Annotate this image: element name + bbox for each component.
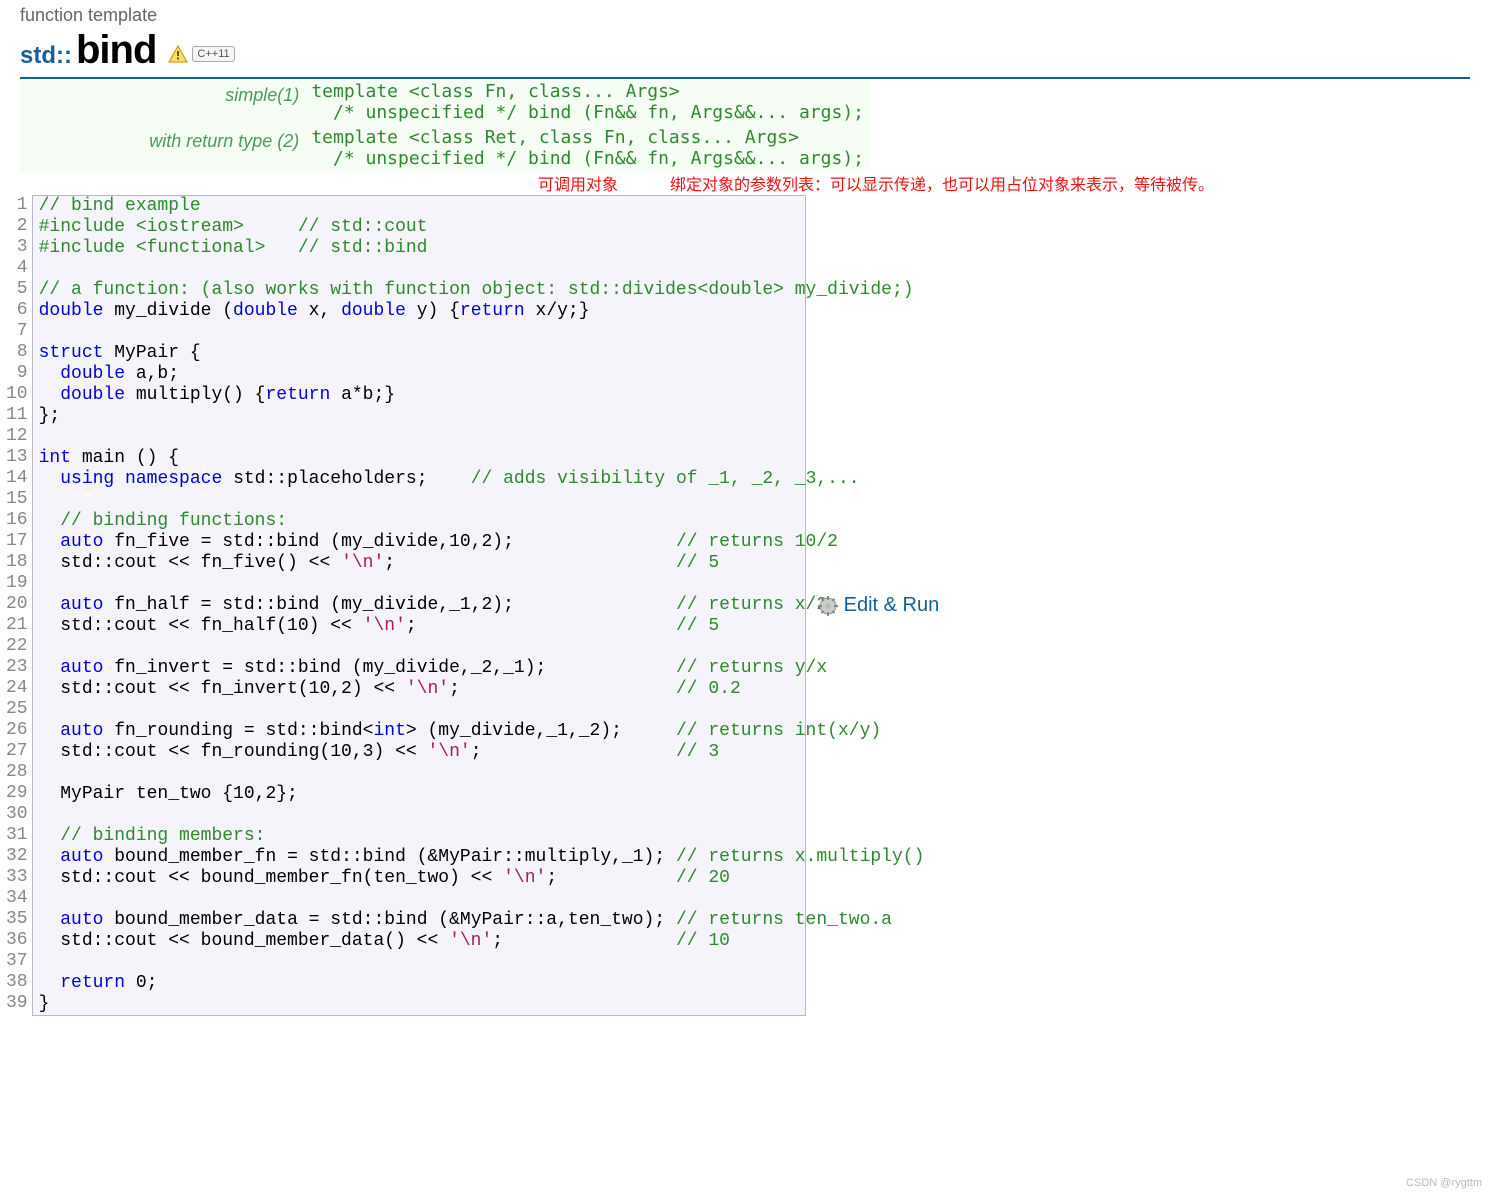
- namespace-prefix: std::: [20, 42, 72, 70]
- title-row: std:: bind C++11: [20, 28, 1490, 73]
- line-number: 31: [6, 825, 28, 846]
- signature-body-1: template <class Fn, class... Args> /* un…: [305, 79, 870, 125]
- line-number: 11: [6, 405, 28, 426]
- line-number: 7: [6, 321, 28, 342]
- line-number: 3: [6, 237, 28, 258]
- line-number: 4: [6, 258, 28, 279]
- line-number: 25: [6, 699, 28, 720]
- watermark: CSDN @rygttm: [1406, 1177, 1482, 1189]
- line-number: 17: [6, 531, 28, 552]
- line-number: 19: [6, 573, 28, 594]
- warning-icon: [168, 45, 188, 63]
- line-number: 33: [6, 867, 28, 888]
- line-number: 14: [6, 468, 28, 489]
- annotation-callable: 可调用对象: [538, 171, 618, 195]
- signature-label-2: with return type (2): [20, 125, 305, 171]
- line-number: 2: [6, 216, 28, 237]
- code-area: 1234567891011121314151617181920212223242…: [2, 195, 1470, 1016]
- line-number: 6: [6, 300, 28, 321]
- line-number: 35: [6, 909, 28, 930]
- title-badges: C++11: [168, 45, 234, 63]
- page-subtitle: function template: [20, 5, 1490, 26]
- line-number: 16: [6, 510, 28, 531]
- annotation-args: 绑定对象的参数列表：可以显示传递，也可以用占位对象来表示，等待被传。: [670, 171, 1214, 195]
- line-number: 32: [6, 846, 28, 867]
- line-number: 5: [6, 279, 28, 300]
- annotation-row: 可调用对象 绑定对象的参数列表：可以显示传递，也可以用占位对象来表示，等待被传。: [20, 171, 1470, 191]
- gear-icon: [818, 596, 838, 616]
- line-number: 39: [6, 993, 28, 1014]
- line-number: 24: [6, 678, 28, 699]
- line-number: 28: [6, 762, 28, 783]
- line-number: 38: [6, 972, 28, 993]
- code-block: // bind example #include <iostream> // s…: [32, 195, 806, 1016]
- signature-table: simple(1) template <class Fn, class... A…: [20, 79, 870, 171]
- line-number: 37: [6, 951, 28, 972]
- edit-run-label: Edit & Run: [844, 595, 940, 616]
- line-number: 15: [6, 489, 28, 510]
- line-number: 12: [6, 426, 28, 447]
- line-number: 22: [6, 636, 28, 657]
- signature-body-2: template <class Ret, class Fn, class... …: [305, 125, 870, 171]
- page-title: bind: [76, 28, 156, 73]
- cxx11-badge: C++11: [192, 46, 234, 62]
- signature-label-1: simple(1): [20, 79, 305, 125]
- line-number: 10: [6, 384, 28, 405]
- line-number: 18: [6, 552, 28, 573]
- line-number: 9: [6, 363, 28, 384]
- line-number: 23: [6, 657, 28, 678]
- line-gutter: 1234567891011121314151617181920212223242…: [2, 195, 32, 1016]
- line-number: 34: [6, 888, 28, 909]
- line-number: 26: [6, 720, 28, 741]
- line-number: 21: [6, 615, 28, 636]
- line-number: 13: [6, 447, 28, 468]
- line-number: 8: [6, 342, 28, 363]
- edit-run-button[interactable]: Edit & Run: [818, 595, 940, 616]
- line-number: 30: [6, 804, 28, 825]
- line-number: 29: [6, 783, 28, 804]
- header: function template std:: bind C++11: [0, 0, 1490, 73]
- line-number: 27: [6, 741, 28, 762]
- line-number: 36: [6, 930, 28, 951]
- line-number: 20: [6, 594, 28, 615]
- line-number: 1: [6, 195, 28, 216]
